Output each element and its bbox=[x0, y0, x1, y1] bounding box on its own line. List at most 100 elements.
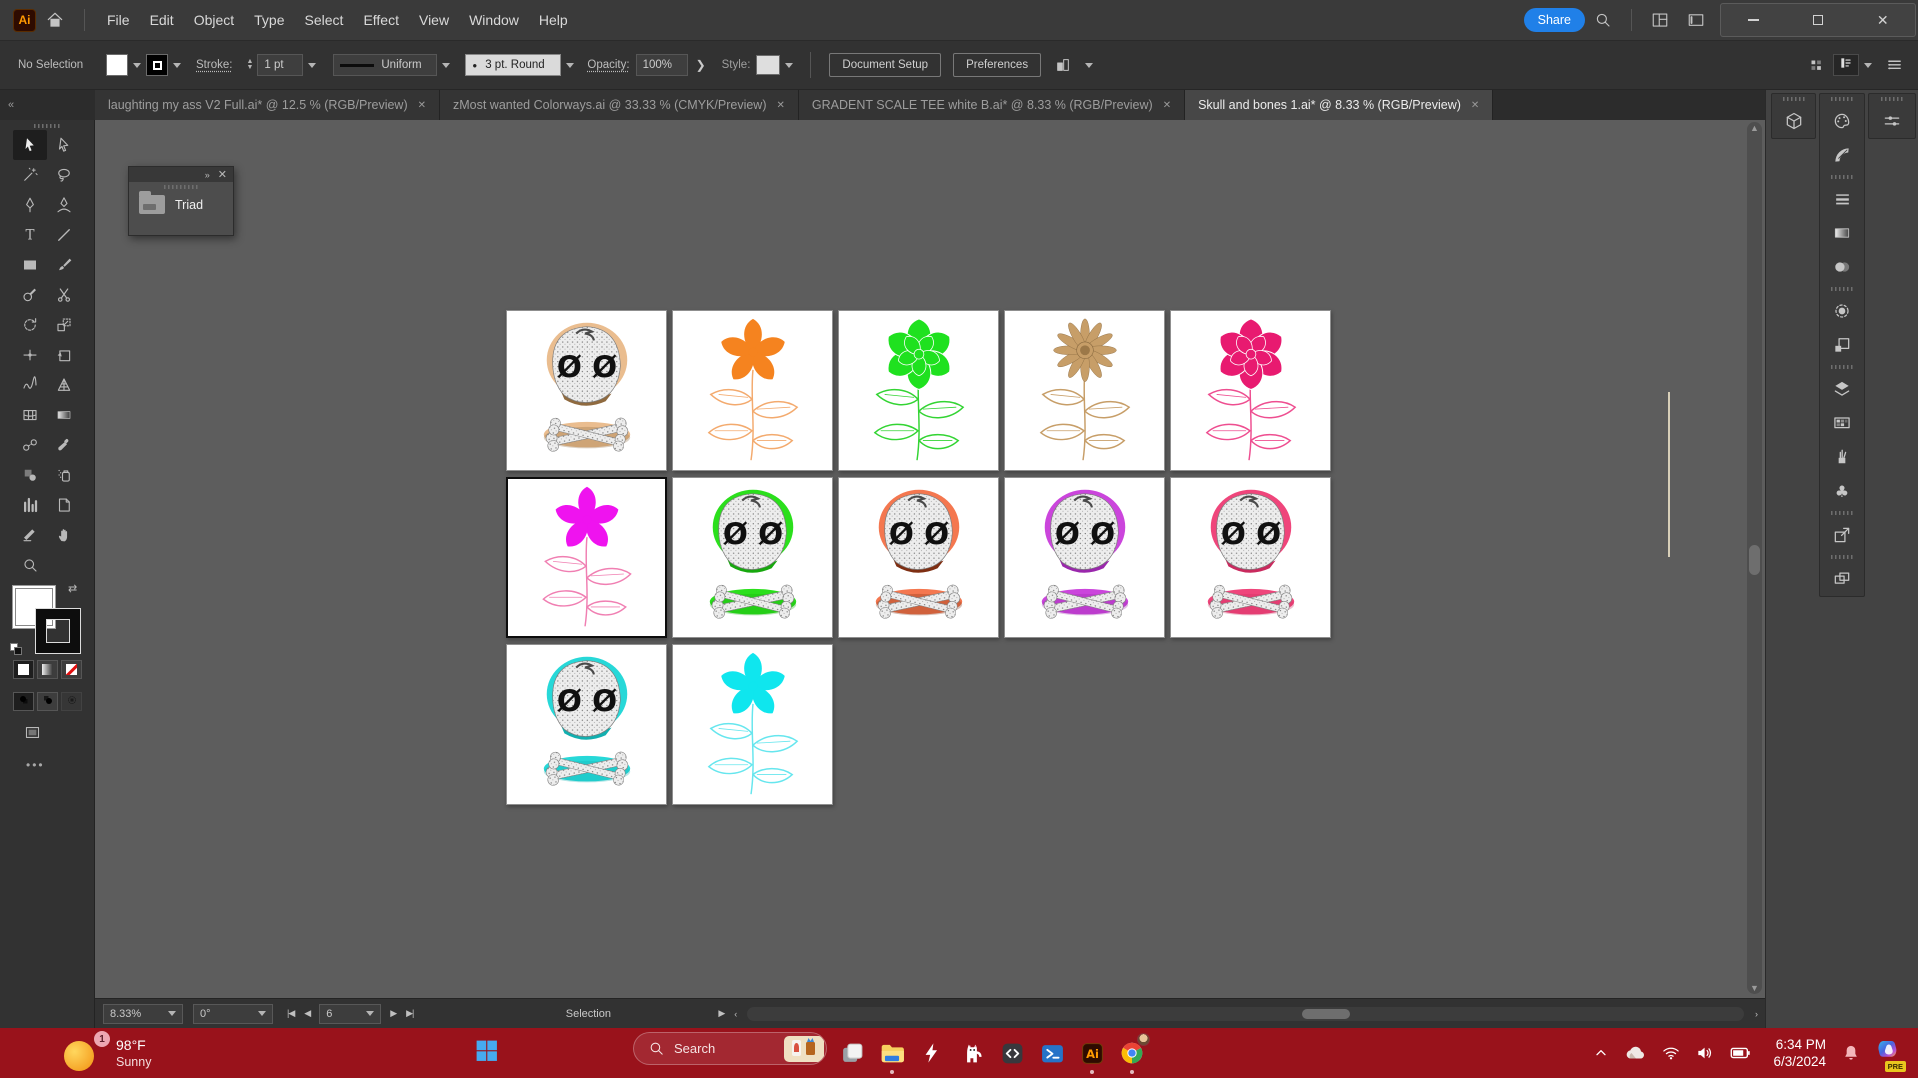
notifications-icon[interactable] bbox=[1841, 1043, 1861, 1063]
stroke-panel-icon[interactable] bbox=[1820, 182, 1864, 216]
draw-behind-button[interactable] bbox=[37, 692, 58, 711]
appearance-panel-icon[interactable] bbox=[1820, 294, 1864, 328]
chrome-app-icon[interactable] bbox=[1112, 1031, 1152, 1075]
menu-select[interactable]: Select bbox=[295, 0, 354, 40]
stroke-label[interactable]: Stroke: bbox=[196, 59, 232, 71]
line-segment-tool[interactable] bbox=[47, 220, 81, 250]
tab-close-icon[interactable]: ✕ bbox=[1163, 100, 1171, 111]
artboard-number-dropdown[interactable]: 6 bbox=[319, 1004, 381, 1024]
start-button[interactable] bbox=[474, 1038, 499, 1068]
maximize-button[interactable] bbox=[1786, 4, 1851, 36]
document-tab-1[interactable]: laughting my ass V2 Full.ai* @ 12.5 % (R… bbox=[95, 90, 440, 120]
artboard-7[interactable]: Ø Ø bbox=[672, 477, 833, 638]
chevron-up-icon[interactable] bbox=[1593, 1045, 1609, 1061]
panel-grip[interactable] bbox=[1820, 284, 1864, 294]
magic-wand-tool[interactable] bbox=[13, 160, 47, 190]
chevron-down-icon[interactable] bbox=[133, 63, 141, 68]
chevron-down-icon[interactable] bbox=[308, 63, 316, 68]
menu-help[interactable]: Help bbox=[529, 0, 578, 40]
color-guide-panel-icon[interactable] bbox=[1820, 138, 1864, 172]
properties-panel-icon[interactable] bbox=[1869, 104, 1915, 138]
menu-effect[interactable]: Effect bbox=[353, 0, 409, 40]
panel-grip[interactable] bbox=[1820, 94, 1864, 104]
menu-window[interactable]: Window bbox=[459, 0, 529, 40]
free-transform-tool[interactable] bbox=[47, 340, 81, 370]
export-panel-icon[interactable] bbox=[1820, 518, 1864, 552]
color-mode-button[interactable] bbox=[13, 660, 34, 679]
illustrator-app-icon[interactable]: Ai bbox=[1072, 1031, 1112, 1075]
zoom-tool[interactable] bbox=[13, 550, 47, 580]
artboard-6[interactable] bbox=[506, 477, 667, 638]
artboard-tool[interactable] bbox=[47, 490, 81, 520]
panel-grip[interactable] bbox=[34, 124, 60, 128]
stray-path[interactable] bbox=[1668, 392, 1670, 557]
direct-selection-tool[interactable] bbox=[47, 130, 81, 160]
rotate-tool[interactable] bbox=[13, 310, 47, 340]
search-icon[interactable] bbox=[1594, 11, 1612, 29]
minimize-button[interactable] bbox=[1721, 4, 1786, 36]
taskbar-clock[interactable]: 6:34 PM 6/3/2024 bbox=[1773, 1036, 1826, 1070]
last-artboard-icon[interactable]: ▶| bbox=[406, 1008, 413, 1019]
type-tool[interactable]: T bbox=[13, 220, 47, 250]
chevron-down-icon[interactable] bbox=[785, 63, 793, 68]
shape-builder-tool[interactable] bbox=[13, 280, 47, 310]
document-tab-3[interactable]: GRADENT SCALE TEE white B.ai* @ 8.33 % (… bbox=[799, 90, 1185, 120]
menu-edit[interactable]: Edit bbox=[140, 0, 184, 40]
tab-close-icon[interactable]: ✕ bbox=[777, 100, 785, 111]
artboards-panel-panel-icon[interactable] bbox=[1820, 562, 1864, 596]
paintbrush-tool[interactable] bbox=[47, 250, 81, 280]
vertical-scroll-thumb[interactable] bbox=[1749, 545, 1760, 575]
stroke-color-swatch[interactable] bbox=[146, 54, 168, 76]
horizontal-scroll-thumb[interactable] bbox=[1302, 1009, 1350, 1019]
first-artboard-icon[interactable]: |◀ bbox=[287, 1008, 294, 1019]
hand-tool[interactable] bbox=[47, 520, 81, 550]
triad-panel-header[interactable]: » ✕ bbox=[129, 167, 233, 182]
panel-grip[interactable] bbox=[1820, 362, 1864, 372]
draw-normal-button[interactable] bbox=[13, 692, 34, 711]
menu-file[interactable]: File bbox=[97, 0, 140, 40]
volume-icon[interactable] bbox=[1695, 1043, 1715, 1063]
artboard-1[interactable]: Ø Ø bbox=[506, 310, 667, 471]
search-box[interactable]: Search bbox=[633, 1032, 827, 1065]
menu-type[interactable]: Type bbox=[244, 0, 294, 40]
transparency-panel-icon[interactable] bbox=[1820, 250, 1864, 284]
illustrator-app-icon[interactable]: Ai bbox=[13, 9, 36, 32]
curvature-tool[interactable] bbox=[47, 190, 81, 220]
gradient-tool[interactable] bbox=[47, 400, 81, 430]
hscroll-left-icon[interactable]: ‹ bbox=[734, 1009, 736, 1019]
none-mode-button[interactable] bbox=[61, 660, 82, 679]
fill-color-swatch[interactable] bbox=[106, 54, 128, 76]
draw-inside-button[interactable] bbox=[61, 692, 82, 711]
document-tab-4[interactable]: Skull and bones 1.ai* @ 8.33 % (RGB/Prev… bbox=[1185, 90, 1493, 120]
workspace-layout-icon[interactable] bbox=[1687, 11, 1705, 29]
gradient-mode-button[interactable] bbox=[37, 660, 58, 679]
horizontal-scrollbar[interactable] bbox=[747, 1007, 1744, 1021]
document-tab-2[interactable]: zMost wanted Colorways.ai @ 33.33 % (CMY… bbox=[440, 90, 799, 120]
hscroll-right-icon[interactable]: › bbox=[1755, 1009, 1757, 1019]
artboard-11[interactable]: Ø Ø bbox=[506, 644, 667, 805]
preferences-button[interactable]: Preferences bbox=[953, 53, 1041, 77]
menu-object[interactable]: Object bbox=[184, 0, 244, 40]
symbol-sprayer-tool[interactable] bbox=[47, 460, 81, 490]
artboard-10[interactable]: Ø Ø bbox=[1170, 477, 1331, 638]
artboard-3[interactable] bbox=[838, 310, 999, 471]
panel-grip[interactable] bbox=[1820, 552, 1864, 562]
default-fill-stroke-icon[interactable] bbox=[10, 638, 22, 656]
scroll-down-icon[interactable]: ▼ bbox=[1747, 983, 1762, 993]
opacity-arrow-icon[interactable]: ❯ bbox=[696, 58, 706, 72]
width-tool[interactable] bbox=[13, 340, 47, 370]
folder-icon[interactable] bbox=[139, 195, 165, 214]
wifi-icon[interactable] bbox=[1661, 1043, 1681, 1063]
artboard-2[interactable] bbox=[672, 310, 833, 471]
chevron-down-icon[interactable] bbox=[173, 63, 181, 68]
layers-panel-icon[interactable] bbox=[1820, 372, 1864, 406]
file-explorer-app-icon[interactable] bbox=[872, 1031, 912, 1075]
touch-workspace-icon[interactable] bbox=[1809, 58, 1824, 73]
close-panel-icon[interactable]: ✕ bbox=[218, 168, 227, 181]
brush-definition-dropdown[interactable]: ●3 pt. Round bbox=[465, 54, 561, 76]
pen-tool[interactable] bbox=[13, 190, 47, 220]
graph-tool[interactable] bbox=[13, 490, 47, 520]
asset-export-panel-icon[interactable] bbox=[1820, 328, 1864, 362]
gradient-panel-panel-icon[interactable] bbox=[1820, 216, 1864, 250]
selection-tool[interactable] bbox=[13, 130, 47, 160]
